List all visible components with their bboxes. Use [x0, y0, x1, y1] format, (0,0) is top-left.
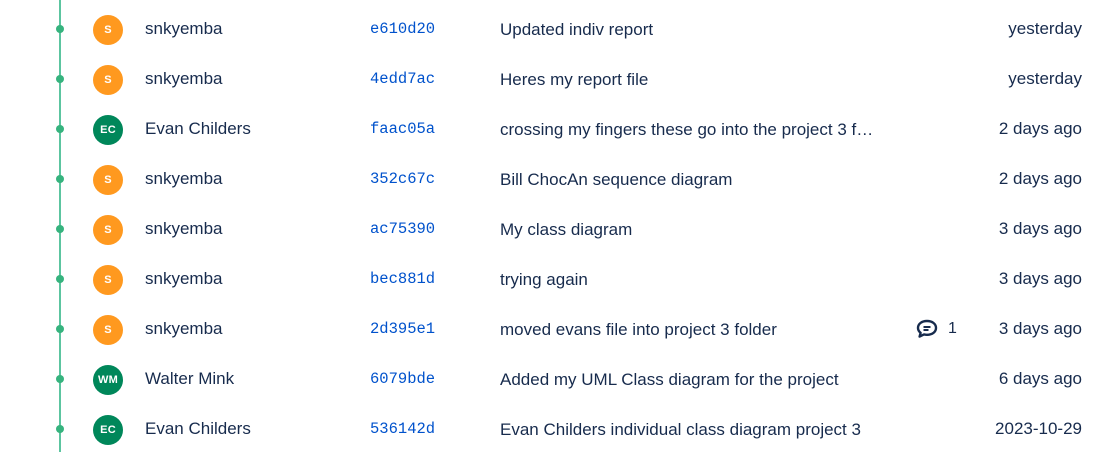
commit-graph-node: [56, 275, 64, 283]
commit-author: Walter Mink: [145, 369, 235, 388]
commit-author: Evan Childers: [145, 419, 251, 438]
commit-date: 3 days ago: [998, 219, 1082, 238]
commit-date: yesterday: [1008, 69, 1082, 88]
comment-count-value: 1: [948, 320, 957, 337]
commit-message: moved evans file into project 3 folder: [500, 320, 777, 339]
commit-row: S snkyemba ac75390 My class diagram 3 da…: [0, 204, 1117, 254]
commit-graph-node: [56, 425, 64, 433]
commit-author: snkyemba: [145, 69, 223, 88]
avatar[interactable]: EC: [93, 415, 123, 445]
commit-message: Added my UML Class diagram for the proje…: [500, 370, 839, 389]
commit-graph-node: [56, 325, 64, 333]
avatar[interactable]: S: [93, 215, 123, 245]
commit-message: trying again: [500, 270, 588, 289]
commit-hash-link[interactable]: ac75390: [370, 220, 435, 238]
commit-date: 2023-10-29: [995, 419, 1082, 438]
commit-author: snkyemba: [145, 219, 223, 238]
commit-hash-link[interactable]: faac05a: [370, 120, 435, 138]
avatar[interactable]: S: [93, 65, 123, 95]
avatar[interactable]: WM: [93, 365, 123, 395]
commit-author: Evan Childers: [145, 119, 251, 138]
commit-graph-node: [56, 375, 64, 383]
commit-date: 3 days ago: [998, 319, 1082, 338]
comment-icon: [916, 319, 938, 339]
avatar[interactable]: S: [93, 315, 123, 345]
comment-count[interactable]: 1: [916, 319, 957, 339]
commit-row: EC Evan Childers 536142d Evan Childers i…: [0, 404, 1117, 454]
commit-graph-node: [56, 175, 64, 183]
commit-date: 6 days ago: [998, 369, 1082, 388]
commit-message: Bill ChocAn sequence diagram: [500, 170, 733, 189]
commit-hash-link[interactable]: 2d395e1: [370, 320, 435, 338]
commit-message: crossing my fingers these go into the pr…: [500, 120, 874, 139]
commit-hash-link[interactable]: e610d20: [370, 20, 435, 38]
avatar[interactable]: EC: [93, 115, 123, 145]
commit-message: Evan Childers individual class diagram p…: [500, 420, 861, 439]
commit-row: EC Evan Childers faac05a crossing my fin…: [0, 104, 1117, 154]
commit-hash-link[interactable]: 4edd7ac: [370, 70, 435, 88]
commit-date: 2 days ago: [998, 169, 1082, 188]
commit-message: Heres my report file: [500, 70, 649, 89]
commit-author: snkyemba: [145, 319, 223, 338]
commit-hash-link[interactable]: 6079bde: [370, 370, 435, 388]
avatar[interactable]: S: [93, 15, 123, 45]
commit-graph-node: [56, 125, 64, 133]
commit-author: snkyemba: [145, 269, 223, 288]
commit-row: S snkyemba bec881d trying again 3 days a…: [0, 254, 1117, 304]
commit-message: Updated indiv report: [500, 20, 654, 39]
commit-row: S snkyemba 4edd7ac Heres my report file …: [0, 54, 1117, 104]
commit-author: snkyemba: [145, 19, 223, 38]
commit-date: yesterday: [1008, 19, 1082, 38]
commit-hash-link[interactable]: bec881d: [370, 270, 435, 288]
commit-date: 2 days ago: [998, 119, 1082, 138]
avatar[interactable]: S: [93, 265, 123, 295]
commit-list: S snkyemba e610d20 Updated indiv report …: [0, 0, 1117, 454]
avatar[interactable]: S: [93, 165, 123, 195]
commit-message: My class diagram: [500, 220, 633, 239]
commit-date: 3 days ago: [998, 269, 1082, 288]
commit-row: S snkyemba 2d395e1 moved evans file into…: [0, 304, 1117, 354]
commit-author: snkyemba: [145, 169, 223, 188]
commit-hash-link[interactable]: 352c67c: [370, 170, 435, 188]
commit-graph-node: [56, 225, 64, 233]
commit-row: S snkyemba e610d20 Updated indiv report …: [0, 4, 1117, 54]
commit-graph-node: [56, 25, 64, 33]
commit-row: WM Walter Mink 6079bde Added my UML Clas…: [0, 354, 1117, 404]
commit-row: S snkyemba 352c67c Bill ChocAn sequence …: [0, 154, 1117, 204]
commit-hash-link[interactable]: 536142d: [370, 420, 435, 438]
commit-graph-node: [56, 75, 64, 83]
